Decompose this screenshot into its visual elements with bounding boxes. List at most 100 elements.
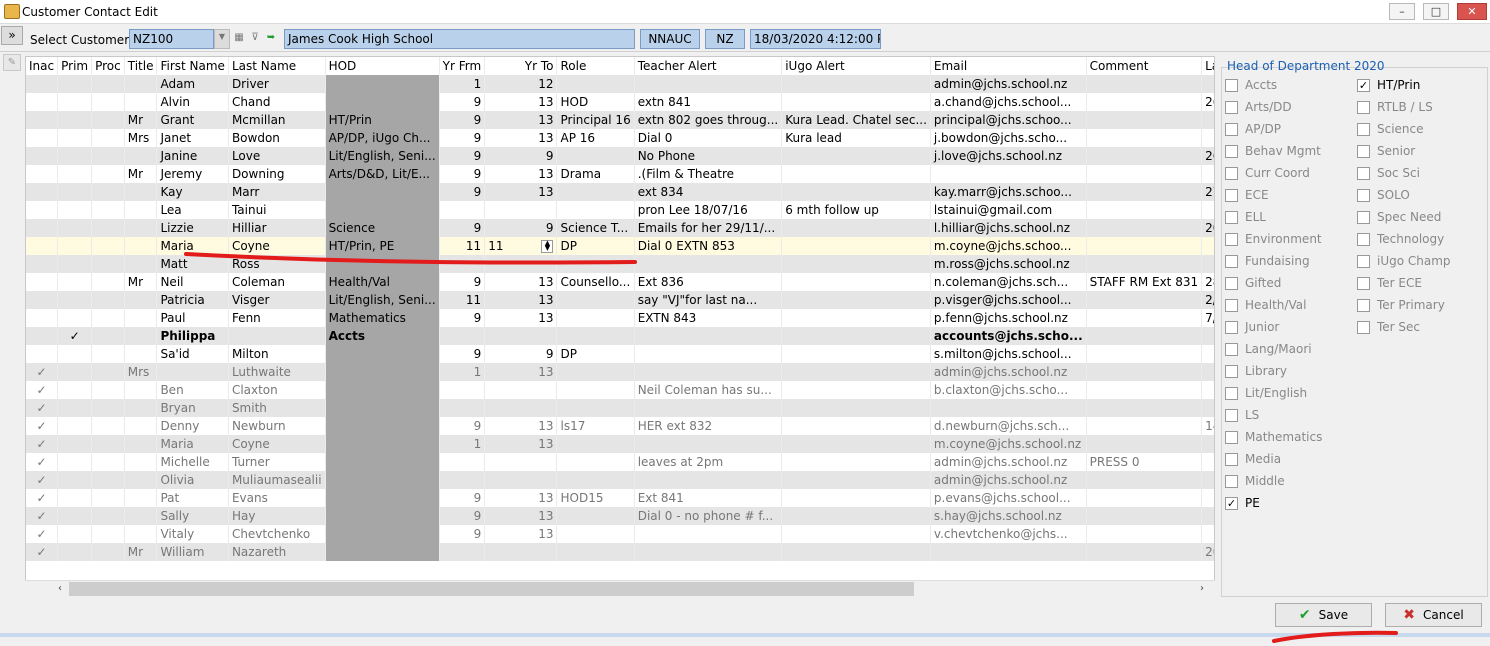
expand-icon[interactable]: » bbox=[1, 26, 23, 45]
table-cell-title[interactable] bbox=[124, 309, 158, 327]
table-cell-role[interactable]: HOD15 bbox=[556, 489, 635, 507]
table-cell-yrto[interactable]: 13 bbox=[484, 525, 558, 543]
table-cell-first[interactable]: Alvin bbox=[156, 93, 229, 111]
table-cell-last[interactable]: Claxton bbox=[228, 381, 326, 399]
table-cell-prim[interactable] bbox=[57, 345, 93, 363]
table-cell-email[interactable]: accounts@jchs.scho... bbox=[930, 327, 1087, 345]
table-cell-inac[interactable] bbox=[26, 183, 59, 201]
table-cell-role[interactable] bbox=[556, 75, 635, 93]
hod-checkbox[interactable]: RTLB / LS bbox=[1357, 100, 1433, 118]
table-cell-inac[interactable] bbox=[26, 129, 59, 147]
table-cell-first[interactable]: Neil bbox=[156, 273, 229, 291]
table-cell-ialert[interactable] bbox=[781, 525, 931, 543]
table-cell-lastcol[interactable]: 27/0 bbox=[1201, 183, 1214, 201]
table-cell-hod[interactable]: Lit/English, Seni... bbox=[325, 147, 440, 165]
table-cell-comment[interactable] bbox=[1086, 363, 1203, 381]
table-cell-email[interactable] bbox=[930, 399, 1087, 417]
table-cell-prim[interactable]: ✓ bbox=[57, 327, 93, 345]
table-cell-first[interactable]: Jeremy bbox=[156, 165, 229, 183]
table-cell-comment[interactable] bbox=[1086, 507, 1203, 525]
table-cell-lastcol[interactable]: 20/0 bbox=[1201, 543, 1214, 561]
table-cell-inac[interactable] bbox=[26, 309, 59, 327]
table-cell-comment[interactable] bbox=[1086, 93, 1203, 111]
table-cell-last[interactable]: Driver bbox=[228, 75, 326, 93]
column-header[interactable]: Yr Frm bbox=[439, 57, 486, 75]
table-row[interactable]: Paul Fenn Mathematics 9 13 EXTN 843 p.fenn@jch… bbox=[26, 309, 1214, 327]
checkbox-box-icon[interactable] bbox=[1225, 365, 1238, 378]
table-cell-hod[interactable] bbox=[325, 255, 440, 273]
table-cell-title[interactable] bbox=[124, 327, 158, 345]
table-cell-email[interactable]: s.milton@jchs.school... bbox=[930, 345, 1087, 363]
table-cell-first[interactable]: Maria bbox=[156, 435, 229, 453]
table-cell-proc[interactable] bbox=[91, 435, 125, 453]
table-cell-talert[interactable] bbox=[634, 255, 783, 273]
table-cell-last[interactable]: Turner bbox=[228, 453, 326, 471]
table-cell-hod[interactable] bbox=[325, 507, 440, 525]
hod-checkbox[interactable]: Lang/Maori bbox=[1225, 342, 1312, 360]
table-cell-comment[interactable] bbox=[1086, 381, 1203, 399]
table-cell-proc[interactable] bbox=[91, 237, 125, 255]
table-cell-first[interactable]: Maria bbox=[156, 237, 229, 255]
table-cell-proc[interactable] bbox=[91, 417, 125, 435]
table-cell-comment[interactable] bbox=[1086, 327, 1203, 345]
scroll-right-icon[interactable]: › bbox=[1195, 582, 1209, 596]
table-cell-title[interactable]: Mr bbox=[124, 273, 158, 291]
table-cell-hod[interactable]: Health/Val bbox=[325, 273, 440, 291]
table-cell-ialert[interactable] bbox=[781, 183, 931, 201]
table-cell-ialert[interactable]: Kura Lead. Chatel sec... bbox=[781, 111, 931, 129]
table-cell-last[interactable]: Smith bbox=[228, 399, 326, 417]
table-cell-role[interactable] bbox=[556, 291, 635, 309]
table-cell-proc[interactable] bbox=[91, 75, 125, 93]
table-cell-role[interactable] bbox=[556, 507, 635, 525]
table-cell-title[interactable] bbox=[124, 291, 158, 309]
table-cell-inac[interactable] bbox=[26, 147, 59, 165]
table-cell-proc[interactable] bbox=[91, 111, 125, 129]
hod-checkbox[interactable]: ELL bbox=[1225, 210, 1266, 228]
table-cell-first[interactable]: Ben bbox=[156, 381, 229, 399]
table-row[interactable]: Kay Marr 9 13 ext 834 kay.marr@jchs.schoo... 2… bbox=[26, 183, 1214, 201]
checkbox-box-icon[interactable] bbox=[1225, 189, 1238, 202]
table-cell-email[interactable]: m.coyne@jchs.schoo... bbox=[930, 237, 1087, 255]
table-cell-comment[interactable] bbox=[1086, 147, 1203, 165]
table-cell-prim[interactable] bbox=[57, 219, 93, 237]
table-cell-prim[interactable] bbox=[57, 147, 93, 165]
table-row[interactable]: ✓ Pat Evans 9 13 HOD15 Ext 841 p.evans@jchs.sch… bbox=[26, 489, 1214, 507]
table-row[interactable]: ✓ Philippa Accts accounts@jchs.scho... bbox=[26, 327, 1214, 345]
hod-checkbox[interactable]: Junior bbox=[1225, 320, 1279, 338]
table-cell-title[interactable] bbox=[124, 399, 158, 417]
table-cell-first[interactable]: Bryan bbox=[156, 399, 229, 417]
table-cell-first[interactable]: Grant bbox=[156, 111, 229, 129]
table-cell-yrfrm[interactable]: 9 bbox=[439, 273, 486, 291]
table-cell-title[interactable] bbox=[124, 219, 158, 237]
table-cell-talert[interactable] bbox=[634, 543, 783, 561]
hod-checkbox[interactable]: LS bbox=[1225, 408, 1259, 426]
table-cell-lastcol[interactable] bbox=[1201, 237, 1214, 255]
table-cell-comment[interactable] bbox=[1086, 183, 1203, 201]
table-cell-proc[interactable] bbox=[91, 291, 125, 309]
column-header[interactable]: Inac bbox=[26, 57, 59, 75]
table-cell-ialert[interactable] bbox=[781, 417, 931, 435]
table-cell-inac[interactable] bbox=[26, 345, 59, 363]
table-cell-yrto[interactable]: 9 bbox=[484, 345, 558, 363]
table-cell-comment[interactable] bbox=[1086, 417, 1203, 435]
table-cell-role[interactable]: DP bbox=[556, 237, 635, 255]
table-cell-lastcol[interactable]: 28/0 bbox=[1201, 273, 1214, 291]
checkbox-box-icon[interactable] bbox=[1225, 475, 1238, 488]
table-cell-hod[interactable] bbox=[325, 201, 440, 219]
table-cell-comment[interactable] bbox=[1086, 291, 1203, 309]
table-cell-ialert[interactable] bbox=[781, 75, 931, 93]
table-cell-role[interactable] bbox=[556, 399, 635, 417]
hod-checkbox[interactable]: Middle bbox=[1225, 474, 1285, 492]
table-cell-lastcol[interactable]: 26/1 bbox=[1201, 147, 1214, 165]
table-cell-last[interactable] bbox=[228, 327, 326, 345]
table-cell-lastcol[interactable] bbox=[1201, 435, 1214, 453]
table-cell-lastcol[interactable] bbox=[1201, 363, 1214, 381]
table-cell-comment[interactable] bbox=[1086, 399, 1203, 417]
table-cell-last[interactable]: Evans bbox=[228, 489, 326, 507]
yr-to-editor[interactable]: 11 bbox=[488, 239, 503, 253]
table-cell-prim[interactable] bbox=[57, 363, 93, 381]
contacts-grid[interactable]: Inac Prim Proc Title First Name Last Name HOD Y… bbox=[25, 56, 1215, 597]
table-cell-lastcol[interactable] bbox=[1201, 201, 1214, 219]
table-cell-inac[interactable] bbox=[26, 75, 59, 93]
table-cell-yrfrm[interactable] bbox=[439, 255, 486, 273]
